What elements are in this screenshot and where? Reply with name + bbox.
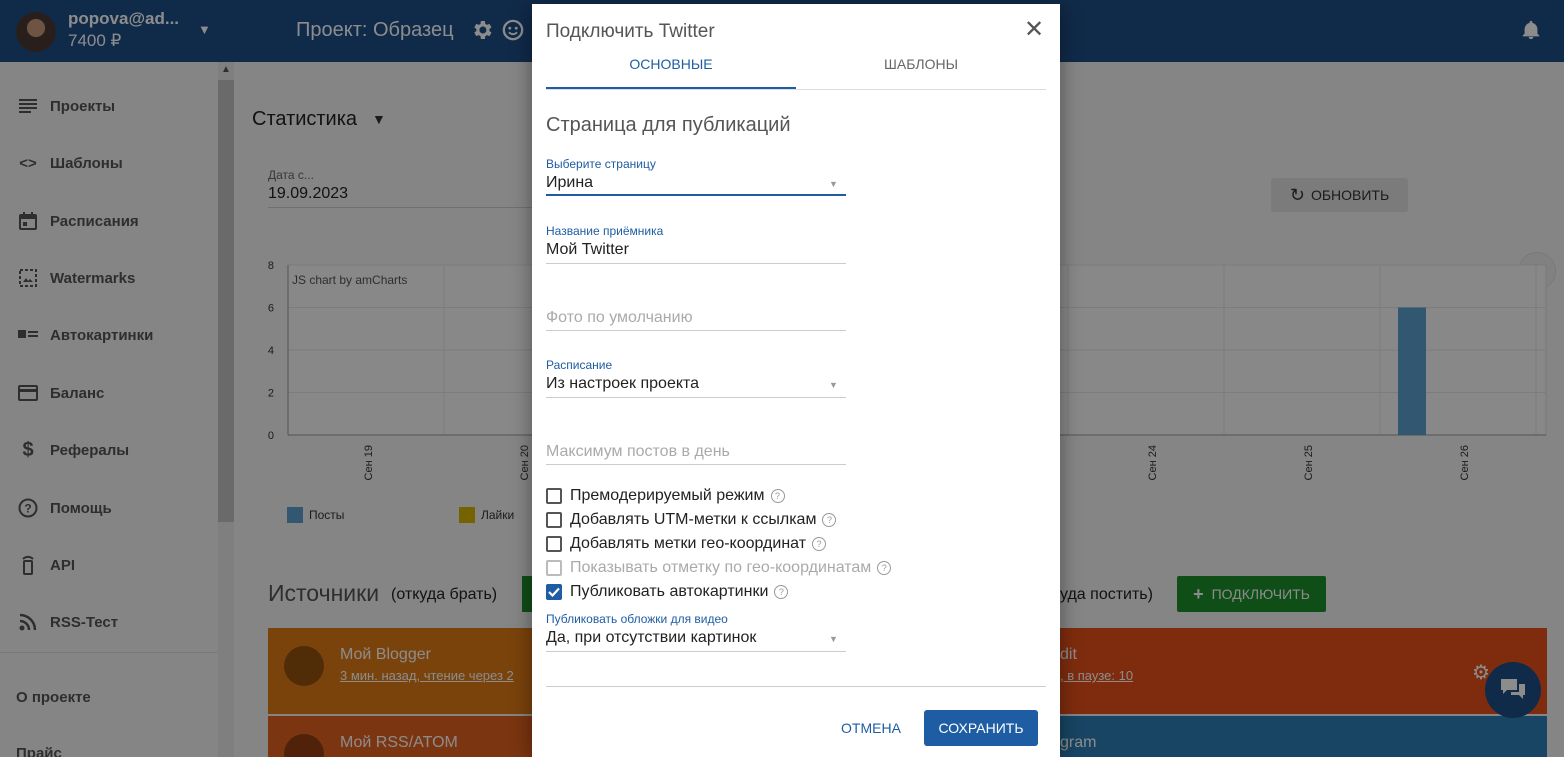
checkbox-box	[546, 560, 562, 576]
show-geo-checkbox: Показывать отметку по гео-координатам ?	[546, 558, 892, 578]
section-title: Страница для публикаций	[546, 114, 791, 136]
utm-checkbox[interactable]: Добавлять UTM-метки к ссылкам ?	[546, 510, 837, 530]
checkbox-label: Добавлять метки гео-координат	[570, 535, 807, 552]
dropdown-arrow-icon[interactable]: ▼	[829, 634, 838, 644]
checkbox-label: Показывать отметку по гео-координатам	[570, 559, 872, 576]
checkbox-box[interactable]	[546, 512, 562, 528]
save-button[interactable]: СОХРАНИТЬ	[924, 710, 1038, 746]
schedule-underline	[546, 397, 846, 398]
dropdown-arrow-icon[interactable]: ▼	[829, 179, 838, 189]
video-covers-label: Публиковать обложки для видео	[546, 612, 728, 626]
receiver-name-label: Название приёмника	[546, 224, 664, 238]
page-select-label: Выберите страницу	[546, 157, 656, 171]
checkbox-label: Добавлять UTM-метки к ссылкам	[570, 511, 817, 528]
close-icon[interactable]: ✕	[1022, 18, 1046, 42]
help-icon[interactable]: ?	[812, 537, 827, 551]
cancel-button[interactable]: ОТМЕНА	[830, 710, 912, 746]
page-select[interactable]: Ирина	[546, 174, 593, 192]
receiver-name-input[interactable]: Мой Twitter	[546, 241, 629, 259]
page-select-underline	[546, 194, 846, 196]
receiver-name-underline	[546, 263, 846, 264]
checkbox-box[interactable]	[546, 536, 562, 552]
help-icon[interactable]: ?	[822, 513, 837, 527]
active-tab-indicator	[546, 87, 796, 89]
checkbox-box[interactable]	[546, 488, 562, 504]
help-icon[interactable]: ?	[770, 489, 785, 503]
max-posts-input[interactable]: Максимум постов в день	[546, 443, 730, 461]
checkbox-label: Премодерируемый режим	[570, 487, 765, 504]
video-covers-underline	[546, 651, 846, 652]
schedule-select[interactable]: Из настроек проекта	[546, 375, 699, 393]
max-posts-underline	[546, 464, 846, 465]
footer-divider	[546, 686, 1046, 687]
video-covers-select[interactable]: Да, при отсутствии картинок	[546, 629, 756, 647]
help-icon[interactable]: ?	[877, 561, 892, 575]
schedule-label: Расписание	[546, 358, 613, 372]
tab-main[interactable]: ОСНОВНЫЕ	[546, 56, 796, 72]
geo-tags-checkbox[interactable]: Добавлять метки гео-координат ?	[546, 534, 827, 554]
check-icon	[548, 587, 560, 597]
premoderation-checkbox[interactable]: Премодерируемый режим ?	[546, 486, 785, 506]
dialog-title: Подключить Twitter	[546, 21, 715, 42]
checkbox-box[interactable]	[546, 584, 562, 600]
default-photo-input[interactable]: Фото по умолчанию	[546, 309, 693, 327]
autoimages-checkbox[interactable]: Публиковать автокартинки ?	[546, 582, 789, 602]
default-photo-underline	[546, 330, 846, 331]
checkbox-label: Публиковать автокартинки	[570, 583, 769, 600]
help-icon[interactable]: ?	[774, 585, 789, 599]
tabs-divider	[546, 89, 1046, 90]
connect-twitter-dialog: Подключить Twitter ✕ ОСНОВНЫЕ ШАБЛОНЫ Ст…	[532, 4, 1060, 757]
tab-templates[interactable]: ШАБЛОНЫ	[796, 56, 1046, 72]
dropdown-arrow-icon[interactable]: ▼	[829, 380, 838, 390]
